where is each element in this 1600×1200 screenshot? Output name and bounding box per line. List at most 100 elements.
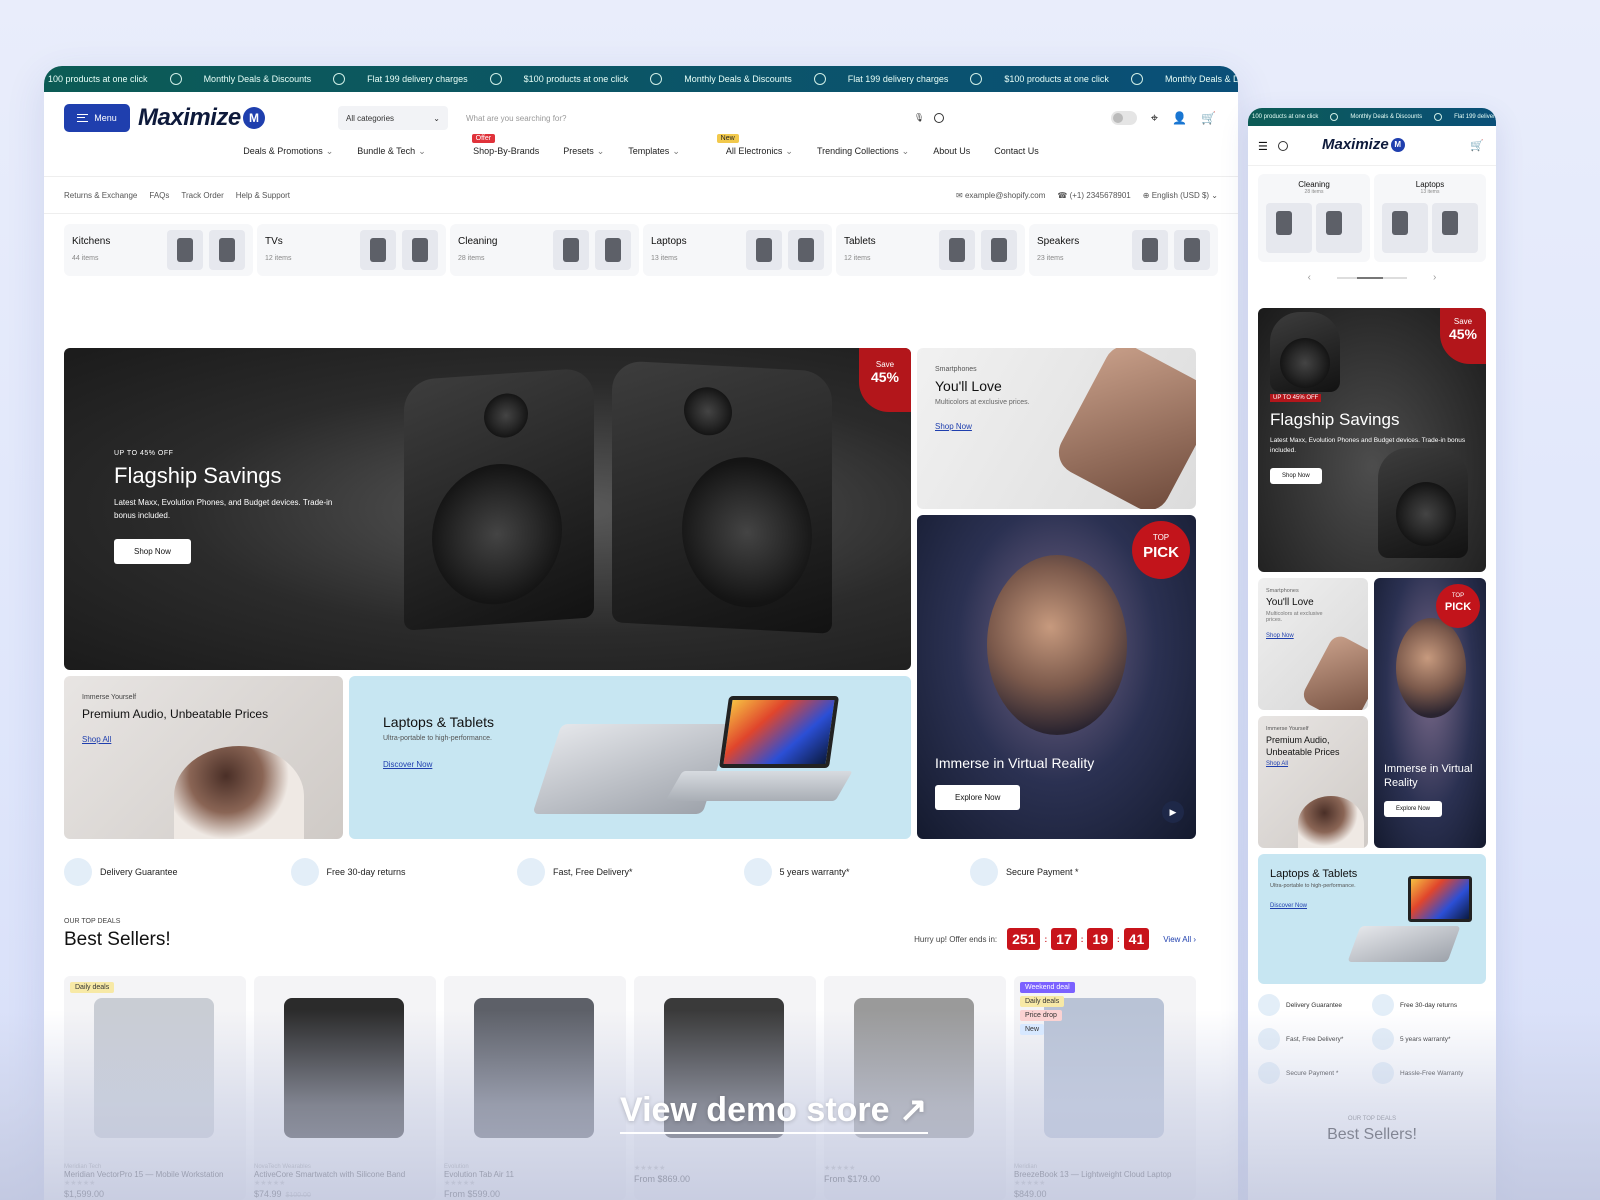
product-name[interactable]: Meridian VectorPro 15 — Mobile Workstati… [64, 1170, 244, 1179]
vr-explore-button[interactable]: Explore Now [935, 785, 1021, 810]
account-icon[interactable]: 👤 [1172, 111, 1187, 125]
mobile-hero-button[interactable]: Shop Now [1270, 467, 1322, 484]
search-input[interactable]: What are you searching for? 🎙 [458, 106, 952, 130]
product-name[interactable]: Evolution Tab Air 11 [444, 1170, 624, 1179]
mobile-laptops-link[interactable]: Discover Now [1270, 903, 1357, 909]
mobile-audio-promo[interactable]: Immerse Yourself Premium Audio, Unbeatab… [1258, 716, 1368, 848]
nav-item[interactable]: Templates ⌄ New [628, 134, 739, 170]
chevron-right-icon[interactable]: › [1433, 272, 1436, 283]
mobile-category-name: Cleaning [1298, 180, 1330, 189]
laptops-link[interactable]: Discover Now [383, 760, 494, 769]
hero-shop-button[interactable]: Shop Now [114, 538, 191, 564]
category-count: 23 items [1037, 254, 1064, 262]
feature-item: Secure Payment * [970, 858, 1196, 886]
product-card[interactable]: NovaTech Wearables ActiveCore Smartwatch … [254, 976, 436, 1200]
nav-item[interactable]: About Us [933, 146, 970, 170]
mobile-feature-item: Fast, Free Delivery* [1258, 1028, 1372, 1050]
mobile-cart-icon[interactable]: 🛒 [1470, 139, 1484, 152]
promo-phone-text: Multicolors at exclusive prices. [935, 399, 1030, 406]
view-all-link[interactable]: View All › [1163, 935, 1196, 944]
mobile-logo[interactable]: Maximize M [1322, 136, 1405, 153]
menu-button[interactable]: Menu [64, 104, 130, 132]
mobile-vr-title: Immerse in Virtual Reality [1384, 763, 1473, 790]
product-name[interactable]: BreezeBook 13 — Lightweight Cloud Laptop [1014, 1170, 1194, 1179]
mobile-hero[interactable]: Save 45% UP TO 45% OFF Flagship Savings L… [1258, 308, 1486, 572]
theme-toggle[interactable] [1110, 111, 1137, 125]
utility-link[interactable]: Track Order [181, 191, 223, 200]
phone-link[interactable]: ☎ (+1) 2345678901 [1057, 191, 1130, 200]
vr-promo[interactable]: TOP PICK Immerse in Virtual Reality Explo… [917, 515, 1196, 839]
product-card[interactable]: ★★★★★ From $869.00 [634, 976, 816, 1200]
product-card[interactable]: Weekend deal Daily deals Price drop New Meri… [1014, 976, 1196, 1200]
mobile-vr-button[interactable]: Explore Now [1384, 800, 1443, 817]
save-badge: Save 45% [859, 348, 911, 412]
mobile-preview: 100 products at one click Monthly Deals &… [1248, 108, 1496, 1200]
play-icon[interactable]: ▶ [1162, 801, 1184, 823]
product-card[interactable]: ★★★★★ From $179.00 [824, 976, 1006, 1200]
nav-item[interactable]: Trending Collections ⌄ [817, 146, 909, 170]
chevron-down-icon: ⌄ [433, 113, 440, 123]
product-info: NovaTech Wearables ActiveCore Smartwatch … [254, 1164, 434, 1199]
mobile-feature-label: Secure Payment * [1286, 1069, 1339, 1077]
mobile-feature-item: Hassle-Free Warranty [1372, 1062, 1486, 1084]
feature-item: Free 30-day returns [290, 858, 517, 886]
nav-item[interactable]: Bundle & Tech ⌄ Offer [357, 134, 496, 170]
chevron-left-icon[interactable]: ‹ [1308, 272, 1311, 283]
utility-link[interactable]: FAQs [149, 191, 169, 200]
smartphones-promo[interactable]: Smartphones You'll Love Multicolors at e… [917, 348, 1196, 509]
microphone-icon[interactable]: 🎙 [914, 113, 924, 123]
category-card[interactable]: Kitchens 44 items [64, 224, 253, 276]
cart-icon[interactable]: 🛒 [1201, 111, 1216, 125]
nav-item[interactable]: Contact Us [994, 146, 1039, 170]
nav-item[interactable]: Shop-By-Brands [473, 146, 539, 170]
nav-item[interactable]: All Electronics ⌄ [726, 146, 793, 170]
category-card[interactable]: TVs 12 items [257, 224, 446, 276]
promo-phone-link[interactable]: Shop Now [935, 422, 1030, 431]
utility-link[interactable]: Returns & Exchange [64, 191, 137, 200]
mobile-category-card[interactable]: Cleaning 28 items [1258, 174, 1370, 262]
product-tag: New [1020, 1024, 1045, 1035]
badge-icon [1130, 73, 1143, 85]
category-card[interactable]: Tablets 12 items [836, 224, 1025, 276]
mobile-audio-link[interactable]: Shop All [1266, 761, 1362, 767]
logo[interactable]: Maximize M [138, 104, 265, 132]
feature-strip: Delivery Guarantee Free 30-day returns Fas… [64, 858, 1196, 886]
audio-promo[interactable]: Immerse Yourself Premium Audio, Unbeatab… [64, 676, 343, 839]
mobile-vr-promo[interactable]: TOP PICK Immerse in Virtual Reality Explo… [1374, 578, 1486, 848]
view-demo-store-link[interactable]: View demo store ↗ [620, 1090, 928, 1134]
mobile-phone-promo[interactable]: Smartphones You'll Love Multicolors at e… [1258, 578, 1368, 710]
nav-item[interactable]: Presets ⌄ [563, 146, 604, 170]
product-card[interactable]: Evolution Evolution Tab Air 11 ★★★★★ From $… [444, 976, 626, 1200]
mobile-menu-icon[interactable]: ☰ [1258, 140, 1268, 153]
location-pin-icon[interactable]: ⌖ [1151, 110, 1158, 126]
product-image [474, 998, 594, 1138]
category-select[interactable]: All categories ⌄ [338, 106, 448, 130]
laptops-promo[interactable]: Laptops & Tablets Ultra-portable to high… [349, 676, 911, 839]
category-card[interactable]: Cleaning 28 items [450, 224, 639, 276]
utility-link[interactable]: Help & Support [236, 191, 290, 200]
mobile-phone-link[interactable]: Shop Now [1266, 633, 1332, 639]
product-card[interactable]: Daily deals Meridian Tech Meridian VectorP… [64, 976, 246, 1200]
feature-icon [1372, 1062, 1394, 1084]
category-card[interactable]: Speakers 23 items [1029, 224, 1218, 276]
locale-selector[interactable]: ⊕ English (USD $) ⌄ [1143, 191, 1218, 200]
laptops-text: Ultra-portable to high-performance. [383, 735, 492, 742]
mobile-carousel-controls: ‹ › [1248, 272, 1496, 283]
mobile-laptops-promo[interactable]: Laptops & Tablets Ultra-portable to high… [1258, 854, 1486, 984]
category-card[interactable]: Laptops 13 items [643, 224, 832, 276]
nav-item[interactable]: Deals & Promotions ⌄ [243, 146, 333, 170]
mobile-category-card[interactable]: Laptops 13 items [1374, 174, 1486, 262]
badge-icon [169, 73, 182, 85]
audio-link[interactable]: Shop All [82, 735, 268, 744]
badge-icon [813, 73, 826, 85]
rating-stars: ★★★★★ [444, 1180, 476, 1187]
email-link[interactable]: ✉ example@shopify.com [956, 191, 1045, 200]
hero-banner[interactable]: UP TO 45% OFF Flagship Savings Latest Ma… [64, 348, 911, 670]
mobile-search-icon[interactable] [1278, 141, 1288, 151]
product-name[interactable]: ActiveCore Smartwatch with Silicone Band [254, 1170, 434, 1179]
marquee-item: 100 products at one click [48, 74, 148, 84]
marquee-item: 100 products at one click [1252, 114, 1319, 120]
product-tag: Weekend deal [1020, 982, 1075, 993]
search-icon[interactable] [934, 113, 944, 123]
feature-icon [1372, 1028, 1394, 1050]
